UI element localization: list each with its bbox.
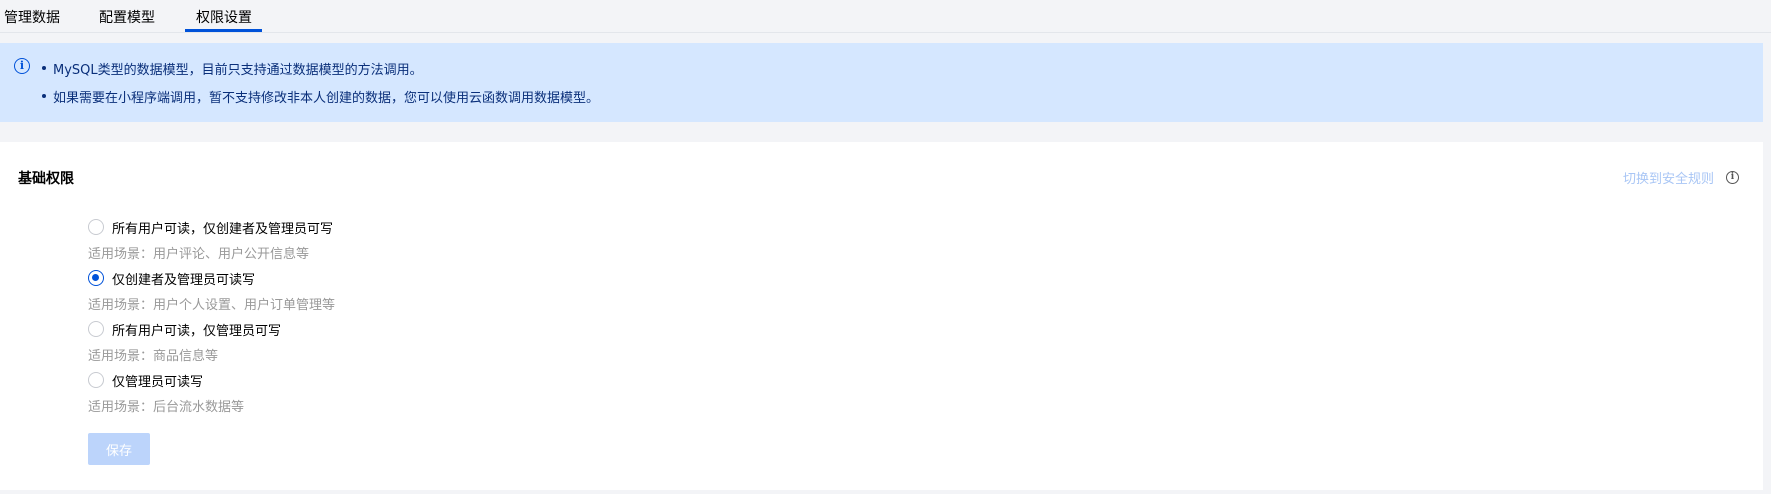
option-description: 适用场景：用户评论、用户公开信息等 xyxy=(88,247,310,262)
permissions-card xyxy=(0,142,1763,490)
radio-creator-admin-read-write[interactable] xyxy=(88,270,104,286)
active-tab-indicator xyxy=(185,29,262,32)
radio-all-read-creator-admin-write[interactable] xyxy=(88,219,104,235)
option-description: 适用场景：商品信息等 xyxy=(88,349,219,364)
bullet-dot xyxy=(42,94,46,98)
notice-line-1: MySQL类型的数据模型，目前只支持通过数据模型的方法调用。 xyxy=(42,59,423,78)
tab-bar: 管理数据 配置模型 权限设置 xyxy=(0,0,1771,33)
section-title: 基础权限 xyxy=(18,171,74,187)
bullet-dot xyxy=(42,66,46,70)
option-label[interactable]: 仅创建者及管理员可读写 xyxy=(112,269,255,288)
info-icon: i xyxy=(14,58,30,74)
help-icon[interactable]: i xyxy=(1726,171,1739,184)
notice-text-1: MySQL类型的数据模型，目前只支持通过数据模型的方法调用。 xyxy=(53,63,423,78)
option-description: 适用场景：用户个人设置、用户订单管理等 xyxy=(88,298,336,313)
radio-admin-read-write[interactable] xyxy=(88,372,104,388)
save-button[interactable]: 保存 xyxy=(88,433,150,465)
option-label[interactable]: 仅管理员可读写 xyxy=(112,371,203,390)
tab-manage-data[interactable]: 管理数据 xyxy=(4,0,60,33)
option-description: 适用场景：后台流水数据等 xyxy=(88,400,245,415)
option-label[interactable]: 所有用户可读，仅创建者及管理员可写 xyxy=(112,218,333,237)
tab-configure-model[interactable]: 配置模型 xyxy=(99,0,155,33)
notice-banner xyxy=(0,43,1763,122)
option-label[interactable]: 所有用户可读，仅管理员可写 xyxy=(112,320,281,339)
notice-text-2: 如果需要在小程序端调用，暂不支持修改非本人创建的数据，您可以使用云函数调用数据模… xyxy=(53,91,600,106)
radio-all-read-admin-write[interactable] xyxy=(88,321,104,337)
notice-line-2: 如果需要在小程序端调用，暂不支持修改非本人创建的数据，您可以使用云函数调用数据模… xyxy=(42,87,599,106)
switch-to-security-rules-link[interactable]: 切换到安全规则 xyxy=(1623,168,1714,187)
